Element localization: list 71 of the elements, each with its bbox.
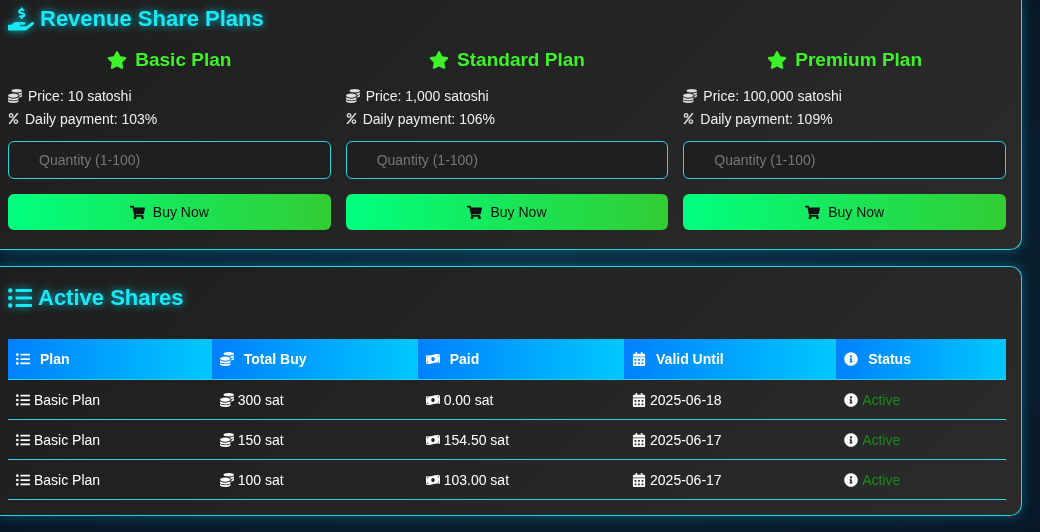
plan-price: Price: 1,000 satoshi xyxy=(365,87,489,104)
cart-icon xyxy=(467,204,483,220)
buy-button[interactable]: Buy Now xyxy=(345,194,669,230)
percent-icon xyxy=(8,113,19,124)
column-header: Valid Until xyxy=(624,339,837,380)
money-icon xyxy=(425,352,440,366)
info-icon xyxy=(844,392,859,407)
plan-name: Basic Plan xyxy=(135,49,232,71)
coins-icon xyxy=(219,472,234,487)
info-icon xyxy=(844,472,859,487)
info-icon xyxy=(844,432,859,447)
table-cell: 100 sat xyxy=(237,471,284,488)
status-text: Active xyxy=(862,391,901,408)
table-cell: Basic Plan xyxy=(34,391,101,408)
calendar-icon xyxy=(632,432,647,447)
coins-icon xyxy=(8,88,22,103)
calendar-icon xyxy=(632,392,647,407)
table-cell: 2025-06-18 xyxy=(650,391,722,408)
quantity-field[interactable]: Quantity (1-100) xyxy=(8,141,331,179)
info-icon xyxy=(844,352,859,366)
calendar-icon xyxy=(632,352,647,366)
coins-icon xyxy=(345,88,360,103)
column-header: Plan xyxy=(8,339,212,380)
star-icon xyxy=(429,50,450,70)
section-title: Active Shares xyxy=(38,285,184,311)
money-icon xyxy=(425,432,440,447)
daily-payment: Daily payment: 103% xyxy=(25,110,158,127)
table-cell: 150 sat xyxy=(237,431,284,448)
coins-icon xyxy=(683,88,698,103)
column-header: Status xyxy=(836,339,1006,380)
column-header: Paid xyxy=(417,339,625,380)
list-icon xyxy=(8,286,32,310)
daily-payment: Daily payment: 109% xyxy=(700,110,833,127)
hand-money-icon xyxy=(8,6,34,32)
daily-payment: Daily payment: 106% xyxy=(362,110,495,127)
list-icon xyxy=(16,432,30,447)
coins-icon xyxy=(219,392,234,407)
section-title: Revenue Share Plans xyxy=(40,6,264,32)
cart-icon xyxy=(805,204,821,220)
quantity-field[interactable]: Quantity (1-100) xyxy=(683,141,1006,179)
table-cell: 300 sat xyxy=(237,391,284,408)
table-cell: 2025-06-17 xyxy=(650,471,722,488)
buy-button[interactable]: Buy Now xyxy=(8,194,331,230)
star-icon xyxy=(767,50,788,70)
table-cell: Basic Plan xyxy=(34,471,101,488)
money-icon xyxy=(425,392,440,407)
percent-icon xyxy=(683,113,695,124)
percent-icon xyxy=(345,113,357,124)
status-text: Active xyxy=(862,431,901,448)
star-icon xyxy=(107,50,128,70)
list-icon xyxy=(16,472,30,487)
table-cell: 103.00 sat xyxy=(443,471,510,488)
plan-name: Standard Plan xyxy=(457,49,585,71)
table-cell: 154.50 sat xyxy=(443,431,510,448)
coins-icon xyxy=(219,432,234,447)
list-icon xyxy=(16,352,30,366)
money-icon xyxy=(425,472,440,487)
plan-price: Price: 10 satoshi xyxy=(28,87,132,104)
plan-name: Premium Plan xyxy=(795,49,922,71)
table-cell: 2025-06-17 xyxy=(650,431,722,448)
buy-button[interactable]: Buy Now xyxy=(683,194,1006,230)
coins-icon xyxy=(219,352,234,366)
table-cell: 0.00 sat xyxy=(443,391,494,408)
column-header: Total Buy xyxy=(211,339,418,380)
table-cell: Basic Plan xyxy=(34,431,101,448)
plan-price: Price: 100,000 satoshi xyxy=(703,87,842,104)
calendar-icon xyxy=(632,472,647,487)
cart-icon xyxy=(129,204,145,220)
quantity-field[interactable]: Quantity (1-100) xyxy=(345,141,669,179)
status-text: Active xyxy=(862,471,901,488)
list-icon xyxy=(16,392,30,407)
